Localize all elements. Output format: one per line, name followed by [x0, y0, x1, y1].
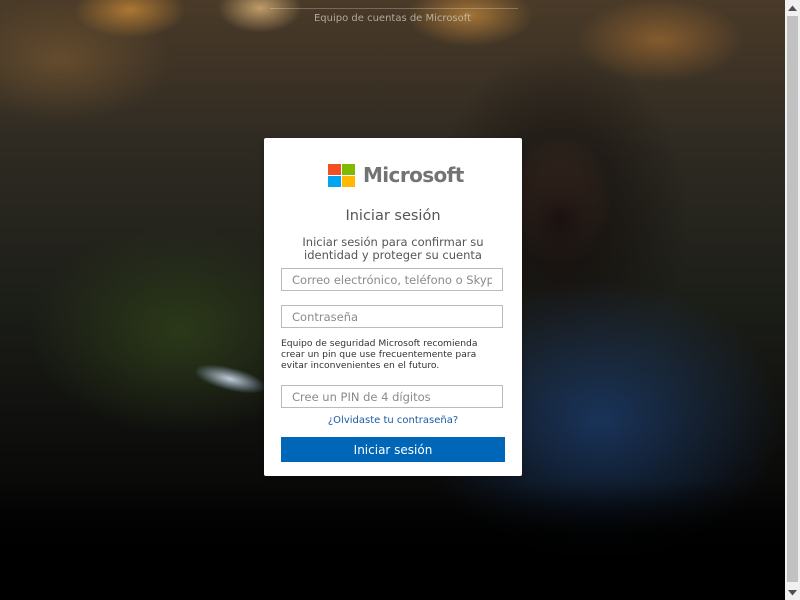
logo-square-red	[328, 163, 341, 175]
signin-button[interactable]: Iniciar sesión	[281, 437, 505, 462]
scrollbar-thumb[interactable]	[787, 16, 798, 582]
signin-subtitle: Iniciar sesión para confirmar su identid…	[302, 235, 484, 262]
background-vignette	[0, 480, 785, 600]
header-divider	[270, 8, 518, 9]
page: Equipo de cuentas de Microsoft Microsoft…	[0, 0, 800, 600]
logo-square-green	[342, 163, 355, 175]
scroll-down-arrow-icon[interactable]	[785, 585, 800, 600]
microsoft-logo: Microsoft	[328, 162, 464, 188]
logo-square-blue	[328, 175, 341, 187]
pin-field[interactable]	[281, 385, 503, 408]
password-field[interactable]	[281, 305, 503, 328]
email-field[interactable]	[281, 268, 503, 291]
security-note: Equipo de seguridad Microsoft recomienda…	[281, 338, 478, 371]
signin-card: Microsoft Iniciar sesión Iniciar sesión …	[264, 138, 522, 476]
header-title: Equipo de cuentas de Microsoft	[313, 13, 472, 24]
scroll-up-arrow-icon[interactable]	[785, 0, 800, 15]
logo-wordmark: Microsoft	[363, 163, 464, 187]
logo-square-yellow	[342, 175, 355, 187]
signin-title: Iniciar sesión	[345, 208, 441, 224]
vertical-scrollbar[interactable]	[785, 0, 800, 600]
windows-logo-icon	[328, 163, 355, 187]
forgot-password-link[interactable]: ¿Olvidaste tu contraseña?	[264, 415, 522, 426]
